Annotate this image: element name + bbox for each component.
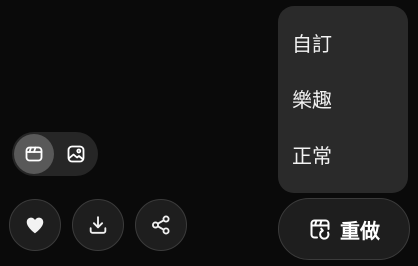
download-icon — [87, 214, 109, 236]
style-menu: 自訂 樂趣 正常 — [278, 6, 408, 193]
redo-button[interactable]: 重做 — [278, 198, 410, 260]
mode-toggle — [12, 132, 98, 176]
menu-item-normal[interactable]: 正常 — [278, 128, 408, 184]
share-icon — [150, 214, 172, 236]
menu-item-fun[interactable]: 樂趣 — [278, 72, 408, 128]
clapperboard-icon — [24, 144, 44, 164]
heart-icon — [24, 214, 46, 236]
clapperboard-redo-icon — [308, 217, 332, 241]
mode-clip-button[interactable] — [14, 134, 54, 174]
canvas: 自訂 樂趣 正常 重做 — [0, 0, 418, 266]
share-button[interactable] — [135, 199, 187, 251]
download-button[interactable] — [72, 199, 124, 251]
image-icon — [66, 144, 86, 164]
mode-image-button[interactable] — [56, 134, 96, 174]
menu-item-custom[interactable]: 自訂 — [278, 16, 408, 72]
redo-button-label: 重做 — [340, 218, 380, 243]
like-button[interactable] — [9, 199, 61, 251]
